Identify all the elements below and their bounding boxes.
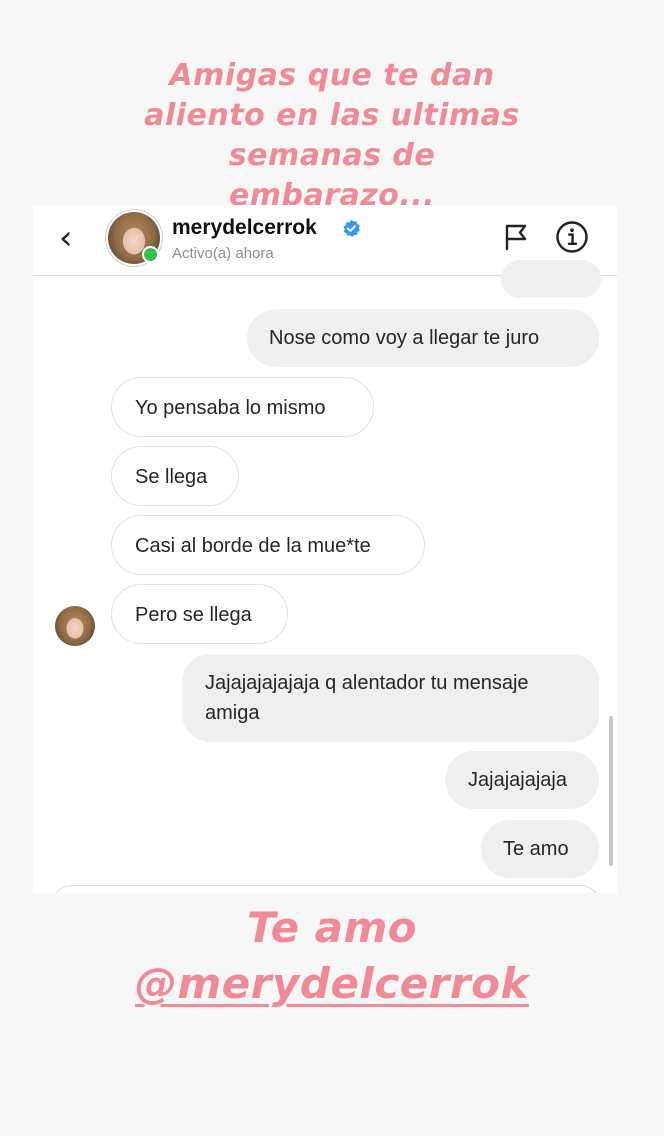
caption-line: aliento en las ultimas — [144, 98, 520, 133]
story-caption-bottom: Te amo @merydelcerrok — [0, 900, 664, 1012]
scrollbar[interactable] — [609, 716, 613, 866]
message-text: Se llega — [135, 466, 208, 488]
info-icon[interactable] — [555, 220, 589, 254]
caption-line: Te amo — [246, 903, 418, 952]
message-text-line2: amiga — [205, 702, 260, 724]
activity-status: Activo(a) ahora — [172, 245, 274, 262]
message-bubble-sent[interactable]: Jajajajajaja — [445, 751, 599, 809]
caption-line: semanas de — [228, 138, 436, 173]
message-bubble-received[interactable]: Se llega — [111, 446, 239, 506]
message-text: Jajajajajaja — [468, 769, 567, 791]
message-thread[interactable]: Nose como voy a llegar te juro Yo pensab… — [33, 260, 617, 893]
message-text: Casi al borde de la mue*te — [135, 535, 371, 557]
message-bubble-partial — [501, 260, 601, 298]
message-text: Pero se llega — [135, 604, 252, 626]
online-indicator — [142, 246, 159, 263]
message-text: Te amo — [503, 838, 569, 860]
message-bubble-sent[interactable]: Jajajajajajaja q alentador tu mensaje am… — [182, 654, 599, 742]
username[interactable]: merydelcerrok — [172, 216, 317, 240]
message-bubble-received[interactable]: Pero se llega — [111, 584, 288, 644]
message-bubble-received[interactable]: Yo pensaba lo mismo — [111, 377, 374, 437]
sender-avatar[interactable] — [55, 606, 95, 646]
mention-link[interactable]: @merydelcerrok — [0, 956, 664, 1012]
caption-line: Amigas que te dan — [169, 58, 495, 93]
message-text: Nose como voy a llegar te juro — [269, 327, 540, 349]
message-bubble-sent[interactable]: Nose como voy a llegar te juro — [247, 309, 599, 367]
flag-icon[interactable] — [501, 222, 531, 252]
story-caption-top: Amigas que te dan aliento en las ultimas… — [0, 56, 664, 216]
message-composer[interactable] — [51, 885, 601, 893]
dm-screenshot: ‹ merydelcerrok Activo(a) ahora Nose com… — [33, 205, 617, 893]
message-bubble-received[interactable]: Casi al borde de la mue*te — [111, 515, 425, 575]
verified-icon — [343, 219, 360, 237]
back-icon[interactable]: ‹ — [59, 221, 83, 257]
message-bubble-sent[interactable]: Te amo — [481, 820, 599, 878]
message-text: Yo pensaba lo mismo — [135, 397, 326, 419]
message-text: Jajajajajajaja q alentador tu mensaje — [205, 672, 529, 694]
